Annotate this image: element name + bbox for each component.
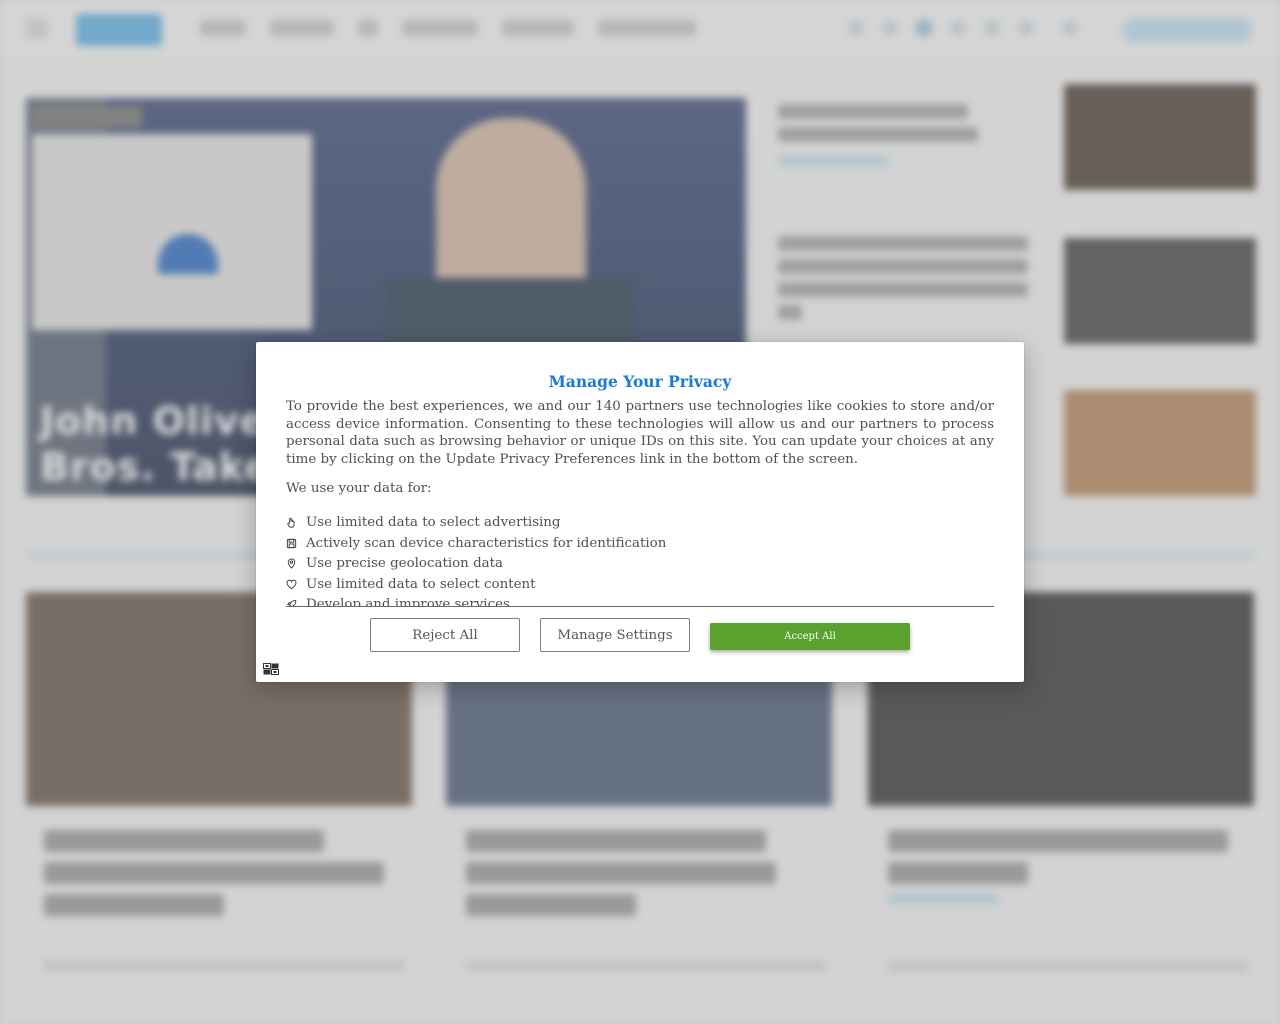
manage-settings-button[interactable]: Manage Settings	[540, 618, 690, 652]
purpose-item: Use limited data to select content	[286, 574, 994, 595]
reject-all-button[interactable]: Reject All	[370, 618, 520, 652]
rocket-icon	[286, 598, 306, 606]
purpose-item: Use precise geolocation data	[286, 554, 994, 575]
purpose-item: Actively scan device characteristics for…	[286, 533, 994, 554]
purpose-item: Use limited data to select advertising	[286, 513, 994, 534]
purpose-label: Use precise geolocation data	[306, 556, 503, 571]
use-label: We use your data for:	[286, 481, 432, 496]
purpose-label: Use limited data to select content	[306, 576, 536, 592]
privacy-intro: To provide the best experiences, we and …	[286, 399, 994, 467]
floppy-disk-icon	[286, 536, 306, 550]
purpose-label: Develop and improve services	[306, 597, 510, 607]
consent-provider-icon[interactable]	[263, 660, 279, 675]
heart-icon	[286, 577, 306, 591]
purpose-item: Develop and improve services	[286, 595, 994, 607]
purpose-label: Actively scan device characteristics for…	[306, 535, 667, 551]
accept-all-button[interactable]: Accept All	[710, 623, 910, 650]
hand-icon	[286, 516, 306, 530]
location-pin-icon	[286, 557, 306, 571]
purpose-list: Use limited data to select advertising A…	[286, 513, 994, 607]
privacy-modal: Manage Your Privacy To provide the best …	[256, 342, 1024, 682]
modal-title: Manage Your Privacy	[548, 372, 732, 391]
purpose-label: Use limited data to select advertising	[306, 515, 561, 530]
modal-body-scroll[interactable]: To provide the best experiences, we and …	[286, 398, 994, 607]
